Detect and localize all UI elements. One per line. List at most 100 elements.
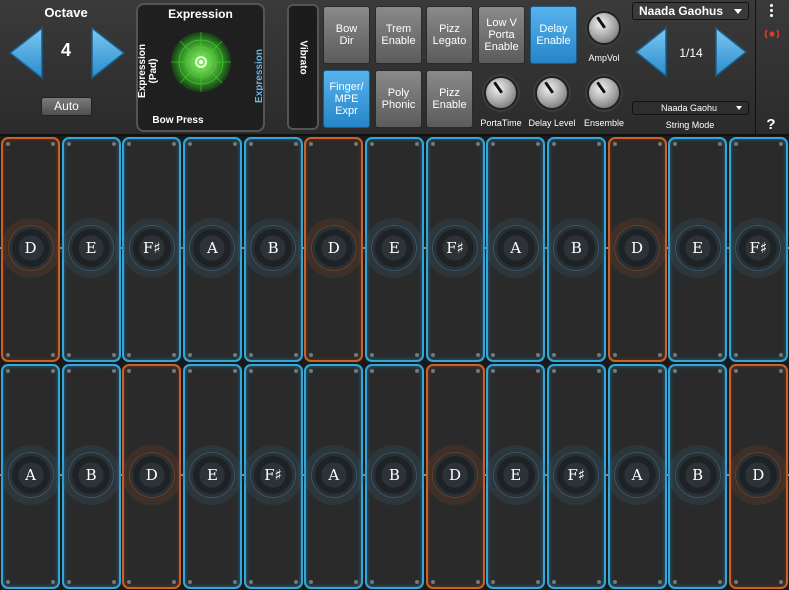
note-marker: B [251, 226, 296, 270]
corner-screw-icon [596, 369, 601, 373]
ampvol-label: AmpVol [588, 53, 620, 63]
string-mode-label: String Mode [665, 120, 715, 130]
corner-screw-icon [475, 353, 480, 357]
corner-screw-icon [430, 353, 435, 357]
corner-screw-icon [657, 369, 662, 373]
corner-screw-icon [369, 580, 374, 584]
corner-screw-icon [51, 142, 55, 146]
ampvol-knob[interactable] [587, 11, 621, 45]
note-marker: F♯ [433, 226, 478, 270]
note-marker: B [69, 453, 114, 497]
corner-screw-icon [733, 353, 738, 357]
corner-screw-icon [187, 142, 192, 146]
corner-screw-icon [491, 142, 496, 146]
corner-screw-icon [673, 353, 678, 357]
note-marker: E [675, 226, 720, 270]
delay-level-label: Delay Level [528, 118, 576, 128]
corner-screw-icon [657, 142, 662, 146]
corner-screw-icon [612, 353, 617, 357]
finger-mpe-expr-button[interactable]: Finger/ MPE Expr [323, 70, 370, 128]
note-marker: D [129, 453, 174, 497]
note-marker: D [433, 453, 478, 497]
note-marker: A [8, 453, 53, 497]
corner-screw-icon [354, 353, 359, 357]
string-mode-value: Naada Gaohu [661, 103, 718, 113]
corner-screw-icon [673, 369, 678, 373]
corner-screw-icon [354, 580, 359, 584]
corner-screw-icon [6, 353, 10, 357]
ensemble-knob[interactable] [587, 76, 621, 110]
corner-screw-icon [232, 353, 237, 357]
portatime-knob[interactable] [484, 76, 518, 110]
corner-screw-icon [172, 142, 177, 146]
preset-prev-arrow-icon[interactable] [634, 26, 668, 78]
midi-activity-icon[interactable] [763, 26, 780, 42]
corner-screw-icon [354, 142, 359, 146]
low-v-porta-enable-button[interactable]: Low V Porta Enable [478, 6, 525, 64]
string-mode-select[interactable]: Naada Gaohu [632, 101, 749, 115]
delay-enable-button[interactable]: Delay Enable [530, 6, 577, 64]
corner-screw-icon [6, 369, 10, 373]
preset-counter: 1/14 [679, 46, 703, 60]
auto-button[interactable]: Auto [41, 97, 92, 116]
note-marker: F♯ [736, 226, 781, 270]
note-marker: A [493, 226, 538, 270]
note-marker: A [615, 453, 659, 497]
corner-screw-icon [66, 369, 71, 373]
corner-screw-icon [51, 580, 55, 584]
octave-down-arrow-icon[interactable] [8, 26, 44, 80]
preset-next-arrow-icon[interactable] [714, 26, 748, 78]
corner-screw-icon [414, 580, 419, 584]
corner-screw-icon [733, 580, 738, 584]
bow-dir-button[interactable]: Bow Dir [323, 6, 370, 64]
delay-level-knob[interactable] [535, 76, 569, 110]
polyphonic-button[interactable]: Poly Phonic [375, 70, 422, 128]
corner-screw-icon [596, 580, 601, 584]
octave-title: Octave [44, 5, 88, 20]
corner-screw-icon [414, 353, 419, 357]
corner-screw-icon [309, 369, 314, 373]
corner-screw-icon [293, 353, 298, 357]
pizz-legato-button[interactable]: Pizz Legato [426, 6, 473, 64]
vibrato-strip[interactable]: Vibrato [287, 4, 319, 130]
corner-screw-icon [612, 580, 617, 584]
corner-screw-icon [536, 353, 541, 357]
corner-screw-icon [309, 142, 314, 146]
corner-screw-icon [369, 369, 374, 373]
corner-screw-icon [778, 369, 783, 373]
note-marker: B [675, 453, 720, 497]
corner-screw-icon [232, 369, 237, 373]
corner-screw-icon [491, 353, 496, 357]
corner-screw-icon [536, 369, 541, 373]
corner-screw-icon [430, 142, 435, 146]
expression-radar-icon [170, 31, 232, 93]
corner-screw-icon [733, 142, 738, 146]
pizz-enable-button[interactable]: Pizz Enable [426, 70, 473, 128]
expression-pad[interactable]: Expression Expression (Pad) Expression (… [136, 3, 265, 132]
corner-screw-icon [718, 353, 723, 357]
preset-dropdown[interactable]: Naada Gaohus [632, 2, 749, 20]
corner-screw-icon [293, 369, 298, 373]
corner-screw-icon [369, 353, 374, 357]
corner-screw-icon [111, 142, 116, 146]
note-marker: D [736, 453, 781, 497]
corner-screw-icon [127, 369, 132, 373]
fingerboard: D E F♯ A B D E F♯ A B D E F♯ A B D E F♯ A B D E F♯ A B D [0, 136, 789, 590]
corner-screw-icon [127, 142, 132, 146]
help-icon[interactable]: ? [762, 116, 780, 133]
octave-up-arrow-icon[interactable] [90, 26, 126, 80]
corner-screw-icon [172, 353, 177, 357]
corner-screw-icon [127, 353, 132, 357]
corner-screw-icon [66, 580, 71, 584]
chevron-down-icon [734, 9, 742, 14]
control-panel: Octave 4 Auto Expression Expression (Pad… [0, 0, 789, 136]
menu-icon[interactable] [766, 3, 776, 19]
corner-screw-icon [551, 369, 556, 373]
corner-screw-icon [536, 142, 541, 146]
corner-screw-icon [127, 580, 132, 584]
corner-screw-icon [6, 142, 10, 146]
corner-screw-icon [657, 580, 662, 584]
corner-screw-icon [718, 142, 723, 146]
trem-enable-button[interactable]: Trem Enable [375, 6, 422, 64]
corner-screw-icon [172, 369, 177, 373]
